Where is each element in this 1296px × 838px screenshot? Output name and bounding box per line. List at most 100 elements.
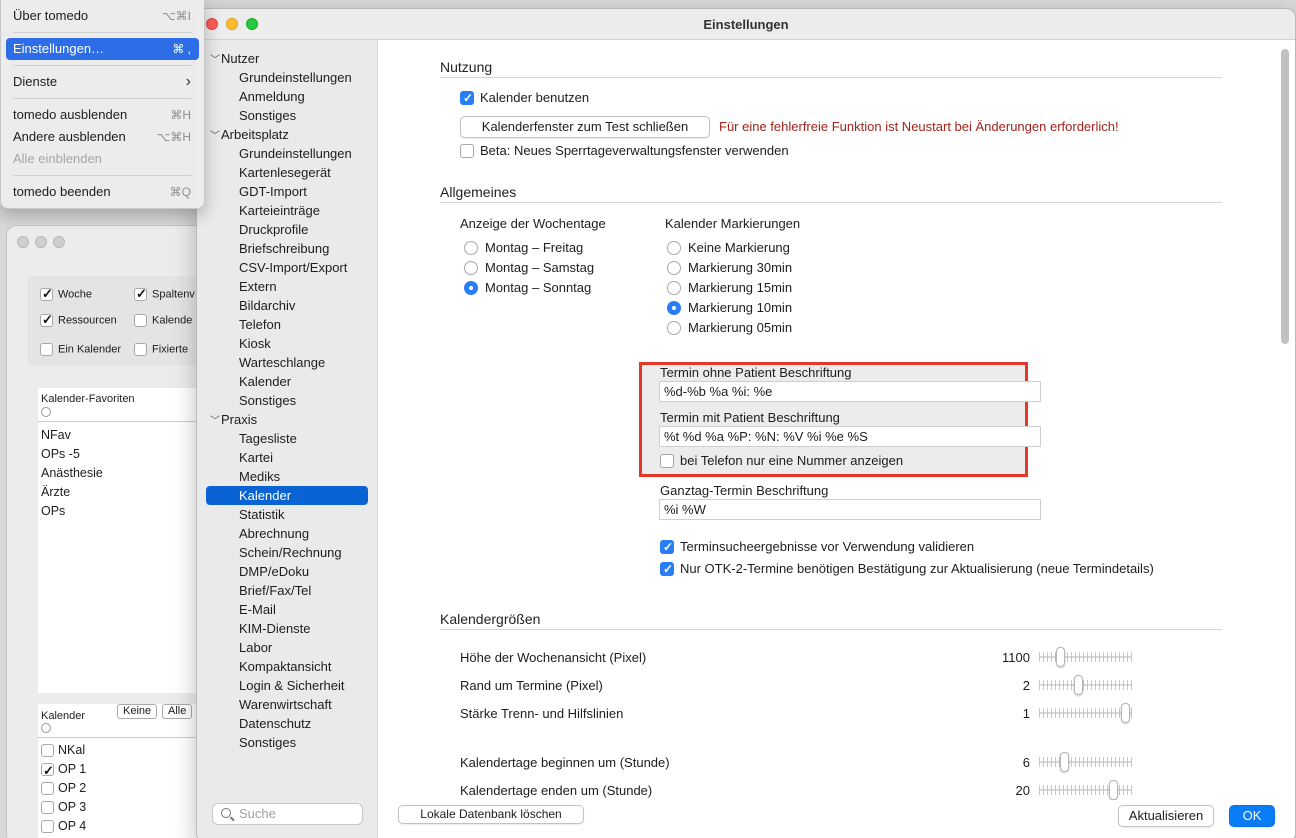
radio-icon[interactable] xyxy=(41,407,51,417)
sidebar-section-praxis[interactable]: ﹀Praxis xyxy=(210,410,257,429)
delete-local-db-button[interactable]: Lokale Datenbank löschen xyxy=(398,805,584,824)
checkbox-icon[interactable] xyxy=(41,761,54,780)
termin-ohne-patient-field[interactable]: %d-%b %a %i: %e xyxy=(659,381,1041,402)
option-spaltenv[interactable]: Spaltenv xyxy=(134,286,195,302)
slider-knob[interactable] xyxy=(1109,780,1118,800)
ganztag-field[interactable]: %i %W xyxy=(659,499,1041,520)
option-ein-kalender[interactable]: Ein Kalender xyxy=(40,343,121,356)
checkbox-icon[interactable] xyxy=(41,782,54,796)
slider-tag-ende[interactable] xyxy=(1039,780,1132,800)
checkbox-icon[interactable] xyxy=(134,343,147,356)
list-item[interactable]: OP 3 xyxy=(38,798,205,817)
menu-item-andere-ausblenden[interactable]: Andere ausblenden ⌥⌘H xyxy=(6,126,199,148)
radio-icon[interactable] xyxy=(464,260,478,275)
sidebar-item[interactable]: Warenwirtschaft xyxy=(206,695,368,714)
menu-item-einstellungen[interactable]: Einstellungen… ⌘ , xyxy=(6,38,199,60)
radio-icon[interactable] xyxy=(667,320,681,335)
sidebar-item[interactable]: Datenschutz xyxy=(206,714,368,733)
slider-rand-termine[interactable] xyxy=(1039,675,1132,695)
sidebar-item[interactable]: Kartei xyxy=(206,448,368,467)
slider-knob[interactable] xyxy=(1121,703,1130,723)
termin-mit-patient-field[interactable]: %t %d %a %P: %N: %V %i %e %S xyxy=(659,426,1041,447)
checkbox-checked-icon[interactable] xyxy=(660,539,674,555)
sidebar-item[interactable]: Briefschreibung xyxy=(206,239,368,258)
minimize-dot-icon[interactable] xyxy=(35,236,47,248)
sidebar-item[interactable]: Statistik xyxy=(206,505,368,524)
sidebar-item[interactable]: GDT-Import xyxy=(206,182,368,201)
checkbox-icon[interactable] xyxy=(40,312,53,328)
radio-montag-freitag[interactable]: Montag – Freitag xyxy=(464,240,583,256)
beta-sperrtage-checkbox[interactable]: Beta: Neues Sperrtageverwaltungsfenster … xyxy=(460,143,789,159)
sidebar-item[interactable]: Sonstiges xyxy=(206,106,368,125)
sidebar-item[interactable]: KIM-Dienste xyxy=(206,619,368,638)
radio-keine-markierung[interactable]: Keine Markierung xyxy=(667,240,790,256)
checkbox-icon[interactable] xyxy=(134,314,147,327)
keine-button[interactable]: Keine xyxy=(117,704,158,719)
telefon-nummer-checkbox[interactable]: bei Telefon nur eine Nummer anzeigen xyxy=(660,453,903,469)
checkbox-icon[interactable] xyxy=(660,453,674,468)
menu-item-ueber-tomedo[interactable]: Über tomedo ⌥⌘I xyxy=(6,5,199,27)
close-dot-icon[interactable] xyxy=(17,236,29,248)
refresh-button[interactable]: Aktualisieren xyxy=(1118,805,1214,827)
sidebar-item[interactable]: Bildarchiv xyxy=(206,296,368,315)
alle-button[interactable]: Alle xyxy=(162,704,193,719)
sidebar-item[interactable]: Login & Sicherheit xyxy=(206,676,368,695)
sidebar-item[interactable]: Grundeinstellungen xyxy=(206,68,368,87)
radio-icon[interactable] xyxy=(667,240,681,255)
option-fixierte[interactable]: Fixierte xyxy=(134,343,188,356)
radio-icon[interactable] xyxy=(41,723,51,733)
sidebar-item[interactable]: E-Mail xyxy=(206,600,368,619)
radio-markierung-05min[interactable]: Markierung 05min xyxy=(667,320,792,336)
sidebar-item[interactable]: Kompaktansicht xyxy=(206,657,368,676)
otk-checkbox[interactable]: Nur OTK-2-Termine benötigen Bestätigung … xyxy=(660,561,1154,577)
menu-item-tomedo-ausblenden[interactable]: tomedo ausblenden ⌘H xyxy=(6,104,199,126)
sidebar-item[interactable]: Tagesliste xyxy=(206,429,368,448)
list-item[interactable]: OP 2 xyxy=(38,779,205,798)
sidebar-item[interactable]: Kiosk xyxy=(206,334,368,353)
radio-icon[interactable] xyxy=(667,280,681,295)
checkbox-icon[interactable] xyxy=(41,744,54,758)
radio-markierung-15min[interactable]: Markierung 15min xyxy=(667,280,792,296)
sidebar-item[interactable]: Telefon xyxy=(206,315,368,334)
list-item[interactable]: NFav xyxy=(38,426,205,445)
radio-selected-icon[interactable] xyxy=(667,300,681,315)
slider-knob[interactable] xyxy=(1056,647,1065,667)
checkbox-icon[interactable] xyxy=(41,820,54,834)
slider-trennlinien-staerke[interactable] xyxy=(1039,703,1132,723)
menu-item-dienste[interactable]: Dienste › xyxy=(6,71,199,93)
radio-selected-icon[interactable] xyxy=(464,280,478,295)
sidebar-item[interactable]: Kartenlesegerät xyxy=(206,163,368,182)
sidebar-item[interactable]: Anmeldung xyxy=(206,87,368,106)
radio-icon[interactable] xyxy=(464,240,478,255)
sidebar-item[interactable]: Warteschlange xyxy=(206,353,368,372)
radio-icon[interactable] xyxy=(667,260,681,275)
checkbox-icon[interactable] xyxy=(40,286,53,302)
slider-knob[interactable] xyxy=(1060,752,1069,772)
slider-wochenansicht-hoehe[interactable] xyxy=(1039,647,1132,667)
list-item[interactable]: Anästhesie xyxy=(38,464,205,483)
sidebar-item-kalender-selected[interactable]: Kalender xyxy=(206,486,368,505)
sidebar-item[interactable]: Sonstiges xyxy=(206,391,368,410)
option-ressourcen[interactable]: Ressourcen xyxy=(40,312,117,328)
sidebar-item[interactable]: Labor xyxy=(206,638,368,657)
sidebar-item[interactable]: Sonstiges xyxy=(206,733,368,752)
checkbox-icon[interactable] xyxy=(134,286,147,302)
radio-markierung-10min[interactable]: Markierung 10min xyxy=(667,300,792,316)
sidebar-item[interactable]: Brief/Fax/Tel xyxy=(206,581,368,600)
validieren-checkbox[interactable]: Terminsucheergebnisse vor Verwendung val… xyxy=(660,539,974,555)
search-input[interactable]: Suche xyxy=(212,803,363,825)
sidebar-item[interactable]: Schein/Rechnung xyxy=(206,543,368,562)
radio-markierung-30min[interactable]: Markierung 30min xyxy=(667,260,792,276)
slider-knob[interactable] xyxy=(1074,675,1083,695)
kalender-benutzen-checkbox[interactable]: Kalender benutzen xyxy=(460,90,589,106)
radio-montag-sonntag[interactable]: Montag – Sonntag xyxy=(464,280,591,296)
checkbox-icon[interactable] xyxy=(460,143,474,158)
sidebar-item[interactable]: Grundeinstellungen xyxy=(206,144,368,163)
sidebar-section-nutzer[interactable]: ﹀Nutzer xyxy=(210,49,259,68)
checkbox-icon[interactable] xyxy=(40,343,53,356)
sidebar-item[interactable]: Mediks xyxy=(206,467,368,486)
checkbox-checked-icon[interactable] xyxy=(660,561,674,577)
list-item[interactable]: NKal xyxy=(38,741,205,760)
ok-button[interactable]: OK xyxy=(1229,805,1275,827)
sidebar-item[interactable]: CSV-Import/Export xyxy=(206,258,368,277)
